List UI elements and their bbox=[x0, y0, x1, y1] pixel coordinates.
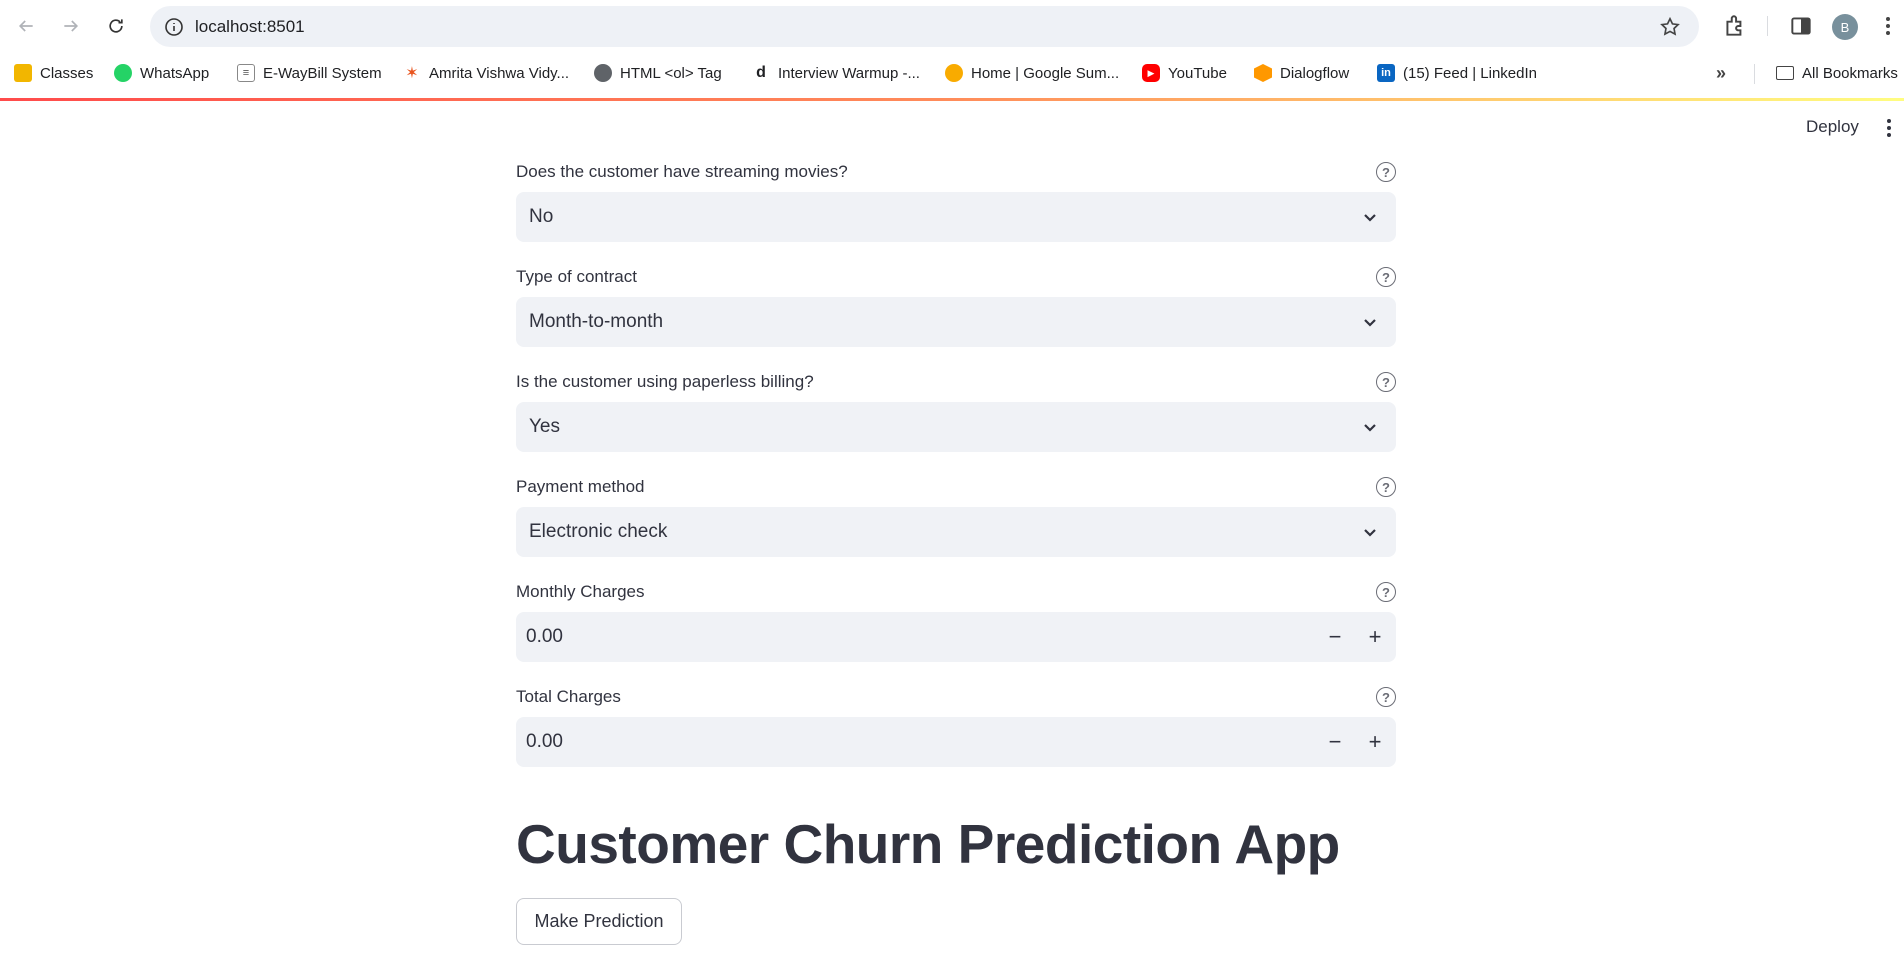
help-icon[interactable]: ? bbox=[1376, 162, 1396, 182]
contract-select[interactable]: Month-to-month bbox=[516, 297, 1396, 347]
bookmarks-bar: Classes WhatsApp ≡ E-WayBill System ✶ Am… bbox=[0, 56, 1904, 90]
extensions-icon[interactable] bbox=[1722, 13, 1748, 39]
all-bookmarks[interactable]: All Bookmarks bbox=[1776, 60, 1898, 86]
linkedin-icon: in bbox=[1377, 64, 1395, 82]
bookmark-interview-warmup[interactable]: d Interview Warmup -... bbox=[752, 60, 920, 86]
bookmark-dialogflow[interactable]: Dialogflow bbox=[1254, 60, 1349, 86]
select-value: Month-to-month bbox=[529, 311, 664, 332]
total-charges-label: Total Charges bbox=[516, 687, 621, 706]
youtube-icon: ▶ bbox=[1142, 64, 1160, 82]
browser-menu-icon[interactable] bbox=[1880, 13, 1896, 39]
bookmark-whatsapp[interactable]: WhatsApp bbox=[114, 60, 209, 86]
help-icon[interactable]: ? bbox=[1376, 582, 1396, 602]
increment-button[interactable]: + bbox=[1360, 622, 1390, 652]
google-summer-icon bbox=[945, 64, 963, 82]
select-value: Yes bbox=[529, 416, 560, 437]
top-decoration-bar bbox=[0, 98, 1904, 101]
more-bookmarks-icon[interactable]: » bbox=[1716, 60, 1726, 86]
dialogflow-icon bbox=[1254, 64, 1272, 82]
chevron-down-icon bbox=[1364, 529, 1376, 537]
chevron-down-icon bbox=[1364, 214, 1376, 222]
select-value: Electronic check bbox=[529, 521, 668, 542]
payment-method-label: Payment method bbox=[516, 477, 645, 496]
address-bar[interactable]: localhost:8501 bbox=[150, 6, 1699, 47]
make-prediction-button[interactable]: Make Prediction bbox=[516, 898, 682, 945]
deploy-button[interactable]: Deploy bbox=[1806, 117, 1859, 137]
increment-button[interactable]: + bbox=[1360, 727, 1390, 757]
total-charges-input[interactable]: 0.00 − + bbox=[516, 717, 1396, 767]
contract-label: Type of contract bbox=[516, 267, 637, 286]
number-value[interactable]: 0.00 bbox=[526, 731, 563, 753]
select-value: No bbox=[529, 206, 554, 227]
app-menu-icon[interactable] bbox=[1886, 117, 1892, 139]
globe-icon bbox=[594, 64, 612, 82]
help-icon[interactable]: ? bbox=[1376, 687, 1396, 707]
bookmark-google-summer[interactable]: Home | Google Sum... bbox=[945, 60, 1119, 86]
decrement-button[interactable]: − bbox=[1320, 727, 1350, 757]
reload-icon[interactable] bbox=[102, 12, 130, 40]
chevron-down-icon bbox=[1364, 319, 1376, 327]
decrement-button[interactable]: − bbox=[1320, 622, 1350, 652]
bookmark-linkedin[interactable]: in (15) Feed | LinkedIn bbox=[1377, 60, 1537, 86]
url-text[interactable]: localhost:8501 bbox=[195, 17, 305, 37]
chevron-down-icon bbox=[1364, 424, 1376, 432]
forward-icon[interactable] bbox=[57, 12, 85, 40]
toolbar-divider bbox=[1767, 16, 1768, 36]
help-icon[interactable]: ? bbox=[1376, 372, 1396, 392]
folder-icon bbox=[1776, 66, 1794, 80]
paperless-billing-label: Is the customer using paperless billing? bbox=[516, 372, 814, 391]
bookmarks-divider bbox=[1754, 64, 1755, 84]
streaming-movies-label: Does the customer have streaming movies? bbox=[516, 162, 848, 181]
profile-avatar[interactable]: B bbox=[1832, 14, 1858, 40]
bookmark-ewaybill[interactable]: ≡ E-WayBill System bbox=[237, 60, 382, 86]
monthly-charges-label: Monthly Charges bbox=[516, 582, 645, 601]
whatsapp-icon bbox=[114, 64, 132, 82]
d-icon: d bbox=[756, 64, 766, 81]
bookmark-html-ol[interactable]: HTML <ol> Tag bbox=[594, 60, 722, 86]
back-icon[interactable] bbox=[12, 12, 40, 40]
google-classroom-icon bbox=[14, 64, 32, 82]
ewaybill-icon: ≡ bbox=[237, 64, 255, 82]
monthly-charges-input[interactable]: 0.00 − + bbox=[516, 612, 1396, 662]
payment-method-select[interactable]: Electronic check bbox=[516, 507, 1396, 557]
help-icon[interactable]: ? bbox=[1376, 267, 1396, 287]
bookmark-classes[interactable]: Classes bbox=[14, 60, 93, 86]
number-value[interactable]: 0.00 bbox=[526, 626, 563, 648]
amrita-icon: ✶ bbox=[405, 65, 419, 82]
bookmark-amrita[interactable]: ✶ Amrita Vishwa Vidy... bbox=[403, 60, 569, 86]
bookmark-star-icon[interactable] bbox=[1659, 16, 1681, 38]
bookmark-youtube[interactable]: ▶ YouTube bbox=[1142, 60, 1227, 86]
paperless-billing-select[interactable]: Yes bbox=[516, 402, 1396, 452]
help-icon[interactable]: ? bbox=[1376, 477, 1396, 497]
page-title: Customer Churn Prediction App bbox=[516, 813, 1340, 875]
site-info-icon[interactable] bbox=[164, 17, 184, 37]
streaming-movies-select[interactable]: No bbox=[516, 192, 1396, 242]
browser-toolbar: localhost:8501 B bbox=[0, 0, 1904, 52]
side-panel-icon[interactable] bbox=[1788, 13, 1814, 39]
